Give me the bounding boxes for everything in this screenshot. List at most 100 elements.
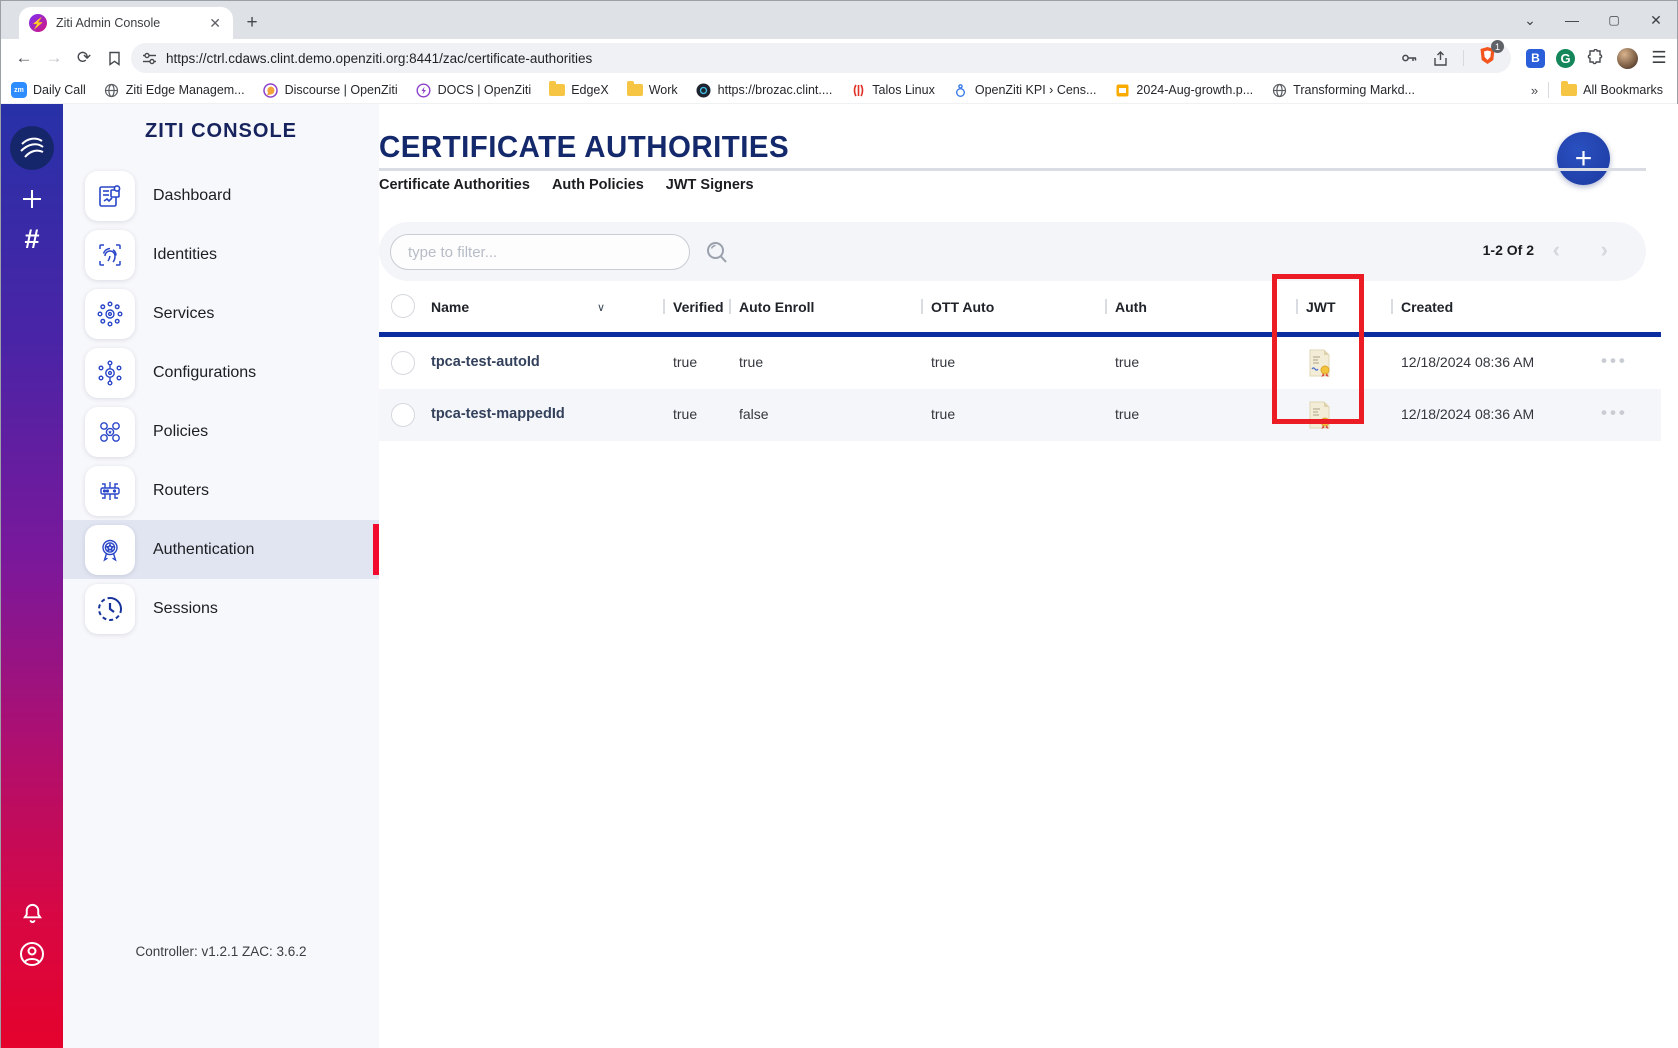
talos-icon [850, 82, 866, 98]
extensions-row: B G ☰ [1526, 43, 1669, 73]
browser-tab[interactable]: ⚡ Ziti Admin Console ✕ [19, 7, 233, 39]
table-row[interactable]: tpca-test-autoId true true true true 12/… [379, 337, 1661, 389]
subtabs: Certificate Authorities Auth Policies JW… [379, 177, 754, 193]
auth-value: true [1115, 354, 1139, 370]
sidebar-item-sessions[interactable]: Sessions [63, 579, 379, 638]
globe-icon [104, 82, 120, 98]
column-auth[interactable]: Auth [1115, 299, 1147, 315]
close-button[interactable]: ✕ [1635, 1, 1677, 39]
identities-fingerprint-icon [85, 230, 135, 280]
site-settings-icon[interactable] [141, 50, 158, 67]
bitwarden-icon[interactable]: B [1526, 49, 1545, 68]
search-icon[interactable] [704, 239, 730, 270]
bookmark-item[interactable]: OpenZiti KPI › Cens... [953, 82, 1097, 98]
sidebar-item-services[interactable]: Services [63, 284, 379, 343]
brave-shield-icon[interactable]: 1 [1478, 46, 1497, 70]
column-name[interactable]: Name [431, 299, 469, 315]
profile-avatar[interactable] [1617, 48, 1638, 69]
sidebar-item-configurations[interactable]: Configurations [63, 343, 379, 402]
left-rail: # [1, 104, 63, 1048]
tab-certificate-authorities[interactable]: Certificate Authorities [379, 177, 530, 193]
bookmarks-bar: zmDaily Call Ziti Edge Managem... Discou… [1, 77, 1677, 104]
bookmark-icon[interactable] [99, 43, 129, 73]
routers-icon [85, 466, 135, 516]
row-checkbox[interactable] [391, 351, 415, 375]
maximize-button[interactable]: ▢ [1593, 1, 1635, 39]
column-ott-auto[interactable]: OTT Auto [931, 299, 994, 315]
minimize-button[interactable]: — [1551, 1, 1593, 39]
back-icon[interactable]: ← [9, 43, 39, 73]
password-key-icon[interactable] [1400, 49, 1418, 67]
notifications-bell-icon[interactable] [1, 896, 63, 930]
configurations-icon [85, 348, 135, 398]
select-all-checkbox[interactable] [391, 294, 415, 318]
ziti-logo-icon[interactable] [10, 126, 54, 170]
sidebar: ZITI CONSOLE Dashboard Identities Servic… [63, 104, 379, 1048]
sort-chevron-icon[interactable]: ∨ [597, 301, 605, 314]
grammarly-icon[interactable]: G [1556, 49, 1575, 68]
column-verified[interactable]: Verified [673, 299, 724, 315]
forward-icon[interactable]: → [39, 43, 69, 73]
sidebar-item-authentication[interactable]: Authentication [63, 520, 379, 579]
sidebar-item-dashboard[interactable]: Dashboard [63, 166, 379, 225]
ziti-favicon-icon: ⚡ [29, 14, 47, 32]
ca-name[interactable]: tpca-test-mappedId [431, 406, 565, 422]
bookmark-item[interactable]: DOCS | OpenZiti [416, 82, 532, 98]
all-bookmarks-button[interactable]: All Bookmarks [1561, 82, 1663, 98]
bookmarks-overflow-icon[interactable]: » [1531, 83, 1536, 98]
account-icon[interactable] [1, 937, 63, 971]
services-network-icon [85, 289, 135, 339]
row-menu-icon[interactable]: ••• [1601, 403, 1628, 423]
ott-auto-value: true [931, 354, 955, 370]
url-text[interactable]: https://ctrl.cdaws.clint.demo.openziti.o… [166, 51, 1400, 66]
row-menu-icon[interactable]: ••• [1601, 351, 1628, 371]
created-value: 12/18/2024 08:36 AM [1401, 354, 1534, 370]
bookmarks-divider [1548, 82, 1549, 98]
tab-jwt-signers[interactable]: JWT Signers [666, 177, 754, 193]
column-created[interactable]: Created [1401, 299, 1453, 315]
pagination-next-icon[interactable]: › [1601, 239, 1608, 261]
row-checkbox[interactable] [391, 403, 415, 427]
sidebar-item-routers[interactable]: Routers [63, 461, 379, 520]
add-certificate-authority-button[interactable]: + [1557, 132, 1610, 185]
ca-name[interactable]: tpca-test-autoId [431, 354, 540, 370]
bookmark-item[interactable]: Transforming Markd... [1271, 82, 1415, 98]
discourse-icon [263, 82, 279, 98]
reload-icon[interactable]: ⟳ [69, 43, 99, 73]
dashboard-icon [85, 171, 135, 221]
sessions-clock-icon [85, 584, 135, 634]
extensions-puzzle-icon[interactable] [1586, 48, 1606, 68]
tab-close-icon[interactable]: ✕ [207, 15, 223, 32]
table-row[interactable]: tpca-test-mappedId true false true true … [379, 389, 1661, 441]
filter-input[interactable] [390, 234, 690, 270]
hash-icon[interactable]: # [1, 222, 63, 256]
table-header: Name ∨ Verified Auto Enroll OTT Auto Aut… [379, 281, 1661, 332]
ott-auto-value: true [931, 406, 955, 422]
bookmark-item[interactable]: Ziti Edge Managem... [104, 82, 245, 98]
tab-search-chevron-icon[interactable]: ⌄ [1509, 1, 1551, 39]
verified-value: true [673, 354, 697, 370]
browser-menu-icon[interactable]: ☰ [1649, 48, 1669, 68]
bookmark-item[interactable]: 2024-Aug-growth.p... [1114, 82, 1253, 98]
add-icon[interactable] [1, 182, 63, 216]
auth-value: true [1115, 406, 1139, 422]
bookmark-item[interactable]: https://brozac.clint.... [696, 82, 833, 98]
bookmark-item[interactable]: Talos Linux [850, 82, 935, 98]
bookmark-item[interactable]: Work [627, 82, 678, 98]
sidebar-item-identities[interactable]: Identities [63, 225, 379, 284]
doc-icon [1114, 82, 1130, 98]
created-value: 12/18/2024 08:36 AM [1401, 406, 1534, 422]
tab-auth-policies[interactable]: Auth Policies [552, 177, 644, 193]
openziti-blue-icon [953, 82, 969, 98]
share-icon[interactable] [1432, 50, 1449, 67]
new-tab-button[interactable]: + [239, 10, 265, 36]
bookmark-item[interactable]: zmDaily Call [11, 82, 86, 98]
pagination-prev-icon[interactable]: ‹ [1553, 239, 1560, 261]
folder-icon [1561, 84, 1577, 96]
url-bar[interactable]: https://ctrl.cdaws.clint.demo.openziti.o… [131, 43, 1511, 73]
bookmark-item[interactable]: EdgeX [549, 82, 609, 98]
sidebar-item-policies[interactable]: Policies [63, 402, 379, 461]
ziti-admin-console-app: # ZITI CONSOLE Dashboard Identities Serv… [1, 104, 1677, 1048]
column-auto-enroll[interactable]: Auto Enroll [739, 299, 814, 315]
bookmark-item[interactable]: Discourse | OpenZiti [263, 82, 398, 98]
